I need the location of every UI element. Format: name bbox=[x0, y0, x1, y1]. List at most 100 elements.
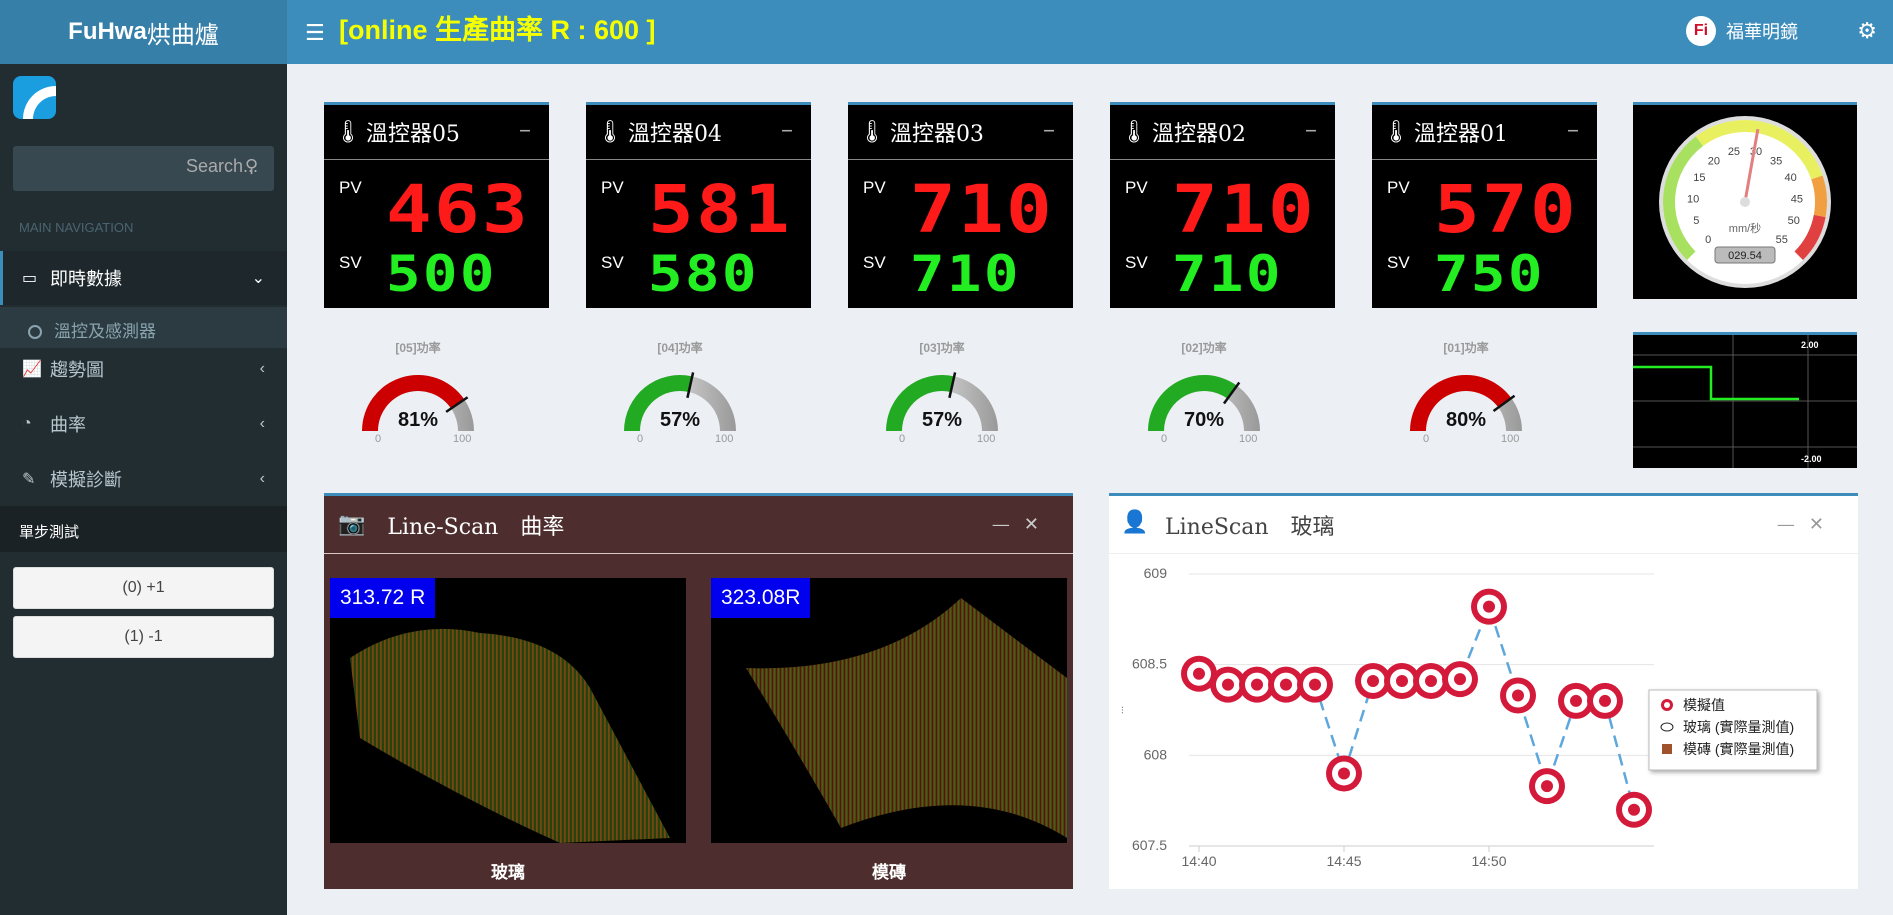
sv-label: SV bbox=[339, 253, 362, 272]
minimize-icon[interactable]: – bbox=[781, 115, 793, 143]
data-point bbox=[1297, 666, 1333, 703]
glass-curvature-value: 313.72 R bbox=[330, 578, 436, 618]
speed-dial-svg: 0510152025 303540455055mm/秒029.54 bbox=[1659, 116, 1831, 288]
gauge-label: [02]功率 bbox=[1181, 341, 1227, 355]
speed-dial: 0 5 10 15 20 25 30 35 40 45 50 55 mm/秒 029.54 bbox=[1633, 102, 1857, 299]
sidebar-item-realtime[interactable]: ▭ 即時數據 ⌄ bbox=[0, 251, 287, 305]
power-gauge-3: [02]功率 70% 0 100 bbox=[1129, 335, 1279, 451]
sidebar-item-curvature[interactable]: ◔ 曲率 ‹ bbox=[0, 397, 287, 451]
dial-tick: 55 bbox=[1776, 234, 1788, 246]
sidebar-item-label: 曲率 bbox=[50, 415, 86, 435]
panel-title: LineScan 玻璃 bbox=[1165, 514, 1335, 540]
user-menu[interactable]: Fi 福華明鏡 bbox=[1686, 16, 1798, 46]
step-plus-button[interactable]: (0) +1 bbox=[13, 567, 274, 609]
gauge-percent: 57% bbox=[659, 409, 701, 431]
sv-label: SV bbox=[863, 253, 886, 272]
top-navbar: ☰ [online 生產曲率 R : 600 ] Fi 福華明鏡 ⚙ bbox=[287, 0, 1893, 64]
mini-ymin: -2.00 bbox=[1801, 454, 1822, 464]
legend-entry: 模擬值 bbox=[1683, 697, 1725, 713]
user-icon: 👤 bbox=[1121, 510, 1149, 535]
linescan-glass-panel: 👤 LineScan 玻璃 —✕ 609 608.5 608 607.5 14:40 14:4… bbox=[1109, 493, 1858, 889]
user-name: 福華明鏡 bbox=[1726, 22, 1798, 42]
gauge-min: 0 bbox=[899, 433, 906, 445]
sidebar-subitem-label: 溫控及感測器 bbox=[54, 322, 156, 341]
temp-controller-0: 🌡 溫控器05 – PV 463 SV 500 bbox=[324, 102, 549, 308]
brand-bold: FuHwa bbox=[68, 18, 147, 45]
y-axis-label: ... bbox=[1115, 706, 1126, 714]
thermometer-icon: 🌡 bbox=[1120, 119, 1148, 145]
step-minus-button[interactable]: (1) -1 bbox=[13, 616, 274, 658]
pv-value: 710 bbox=[910, 171, 1055, 248]
gauge-max: 100 bbox=[453, 433, 472, 445]
dial-tick: 20 bbox=[1708, 155, 1720, 167]
minimize-icon[interactable]: — bbox=[992, 514, 1024, 535]
dial-tick: 5 bbox=[1693, 215, 1699, 227]
line-chart-icon: 📈 bbox=[22, 361, 42, 378]
pv-label: PV bbox=[1125, 178, 1148, 197]
minimize-icon[interactable]: – bbox=[1305, 115, 1317, 143]
temp-controller-2: 🌡 溫控器03 – PV 710 SV 710 bbox=[848, 102, 1073, 308]
temp-controller-4: 🌡 溫控器01 – PV 570 SV 750 bbox=[1372, 102, 1597, 308]
minimize-icon[interactable]: — bbox=[1777, 514, 1809, 535]
pv-label: PV bbox=[601, 178, 624, 197]
sidebar: Search... ⚲ MAIN NAVIGATION ▭ 即時數據 ⌄ 溫控及感測器… bbox=[0, 64, 287, 915]
data-point bbox=[1529, 768, 1565, 805]
sidebar-item-label: 即時數據 bbox=[50, 269, 122, 289]
data-point bbox=[1471, 588, 1507, 625]
glass-scan-image: 313.72 R bbox=[330, 578, 686, 843]
minimize-icon[interactable]: – bbox=[1043, 115, 1055, 143]
close-icon[interactable]: ✕ bbox=[1809, 514, 1838, 535]
dial-tick: 45 bbox=[1791, 193, 1803, 205]
legend-entry: 模磚 (實際量測值) bbox=[1683, 741, 1794, 757]
gauge-label: [04]功率 bbox=[657, 341, 703, 355]
dial-tick: 50 bbox=[1788, 215, 1800, 227]
chevron-down-icon: ⌄ bbox=[251, 270, 265, 287]
pv-value: 570 bbox=[1434, 171, 1579, 248]
sv-value: 710 bbox=[1172, 245, 1283, 303]
company-logo-icon: Fi bbox=[1686, 16, 1716, 46]
sidebar-item-simulation[interactable]: ✎ 模擬診斷 ‹ bbox=[0, 452, 287, 506]
nav-header: MAIN NAVIGATION bbox=[19, 220, 134, 235]
y-tick: 607.5 bbox=[1132, 837, 1167, 853]
sv-value: 710 bbox=[910, 245, 1021, 303]
gauge-label: [03]功率 bbox=[919, 341, 965, 355]
dial-tick: 0 bbox=[1705, 234, 1711, 246]
mini-ymax: 2.00 bbox=[1801, 340, 1819, 350]
gauge-percent: 80% bbox=[1445, 409, 1487, 431]
search-input[interactable]: Search... ⚲ bbox=[13, 146, 274, 191]
thermometer-icon: 🌡 bbox=[1382, 119, 1410, 145]
search-icon[interactable]: ⚲ bbox=[245, 156, 258, 177]
y-tick: 609 bbox=[1144, 565, 1168, 581]
gears-icon[interactable]: ⚙ bbox=[1857, 18, 1877, 44]
app-logo-icon bbox=[13, 76, 56, 119]
pv-value: 463 bbox=[386, 171, 531, 248]
close-icon[interactable]: ✕ bbox=[1024, 514, 1053, 535]
section-header: 單步測試 bbox=[0, 506, 287, 552]
gauge-max: 100 bbox=[977, 433, 996, 445]
dial-tick: 35 bbox=[1770, 155, 1782, 167]
mold-scan-image: 323.08R bbox=[711, 578, 1067, 843]
sv-label: SV bbox=[601, 253, 624, 272]
thermometer-icon: 🌡 bbox=[334, 119, 362, 145]
linescan-chart: 609 608.5 608 607.5 14:40 14:45 14:50... 模擬值玻璃 … bbox=[1115, 565, 1818, 869]
gauge-percent: 70% bbox=[1183, 409, 1225, 431]
dial-unit: mm/秒 bbox=[1729, 221, 1761, 235]
minimize-icon[interactable]: – bbox=[519, 115, 531, 143]
sidebar-item-trend[interactable]: 📈 趨勢圖 ‹ bbox=[0, 342, 287, 396]
data-point bbox=[1587, 682, 1623, 719]
magic-wand-icon: ✎ bbox=[22, 471, 36, 488]
gauge-min: 0 bbox=[1423, 433, 1430, 445]
gauge-min: 0 bbox=[1161, 433, 1168, 445]
minimize-icon[interactable]: – bbox=[1567, 115, 1579, 143]
thermometer-icon: 🌡 bbox=[858, 119, 886, 145]
menu-toggle-icon[interactable]: ☰ bbox=[305, 20, 325, 46]
brand-rest: 烘曲爐 bbox=[146, 21, 219, 49]
legend-entry: 玻璃 (實際量測值) bbox=[1683, 719, 1794, 735]
thermometer-icon: 🌡 bbox=[596, 119, 624, 145]
data-point bbox=[1616, 791, 1652, 828]
y-tick: 608.5 bbox=[1132, 656, 1167, 672]
controller-title: 溫控器05 bbox=[365, 122, 460, 147]
pv-label: PV bbox=[339, 178, 362, 197]
x-tick: 14:40 bbox=[1181, 853, 1216, 869]
brand-logo[interactable]: FuHwa 烘曲爐 bbox=[0, 0, 287, 64]
